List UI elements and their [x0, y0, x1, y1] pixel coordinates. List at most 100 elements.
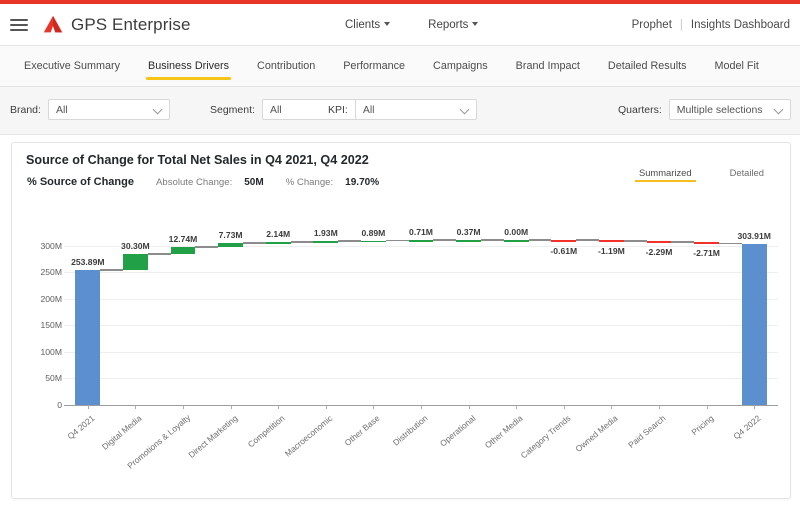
chart-bar[interactable]	[694, 242, 719, 244]
gridline	[64, 298, 778, 300]
bar-value-label: 7.73M	[218, 230, 243, 241]
waterfall-chart: 0 50M 100M 150M 200M 250M 300M 253.89M 30.30M 12…	[12, 209, 790, 498]
chart-bar[interactable]	[551, 239, 577, 242]
waterfall-connector	[671, 241, 695, 243]
chevron-down-icon	[154, 106, 162, 111]
tab-brand-impact[interactable]: Brand Impact	[502, 46, 594, 86]
header-nav: Clients Reports	[345, 4, 479, 45]
chart-bar[interactable]	[265, 242, 291, 244]
filter-kpi: KPI: All	[328, 99, 477, 120]
percent-change-value: 19.70%	[345, 177, 380, 188]
bar-value-label: 253.89M	[71, 257, 105, 268]
tab-label: Detailed Results	[607, 60, 687, 72]
filter-quarters: Quarters: Multiple selections	[618, 99, 791, 120]
chart-bar[interactable]	[741, 243, 767, 405]
view-toggle-summarized[interactable]: Summarized	[634, 167, 696, 182]
page-title: Source of Change for Total Net Sales in …	[26, 153, 369, 167]
x-axis-tick	[659, 405, 660, 409]
tab-campaigns[interactable]: Campaigns	[419, 46, 502, 86]
x-axis-tick	[230, 405, 232, 409]
bar-value-label: 2.14M	[266, 229, 291, 239]
waterfall-connector	[718, 242, 742, 245]
chart-bar[interactable]	[75, 270, 101, 405]
chart-bar[interactable]	[408, 240, 434, 242]
triangle-logo-icon	[43, 15, 63, 32]
hamburger-icon[interactable]	[10, 18, 28, 31]
chart-bar[interactable]	[170, 247, 196, 255]
tab-label: Executive Summary	[24, 60, 121, 72]
y-axis-tick-label: 300M	[40, 240, 63, 251]
x-axis-tick	[325, 405, 327, 409]
x-axis-tick	[563, 405, 565, 409]
tab-performance[interactable]: Performance	[329, 46, 419, 86]
chevron-down-icon	[461, 106, 469, 111]
x-axis-tick	[516, 405, 518, 409]
bar-value-label: -1.19M	[598, 246, 625, 257]
absolute-change-label: Absolute Change:	[155, 177, 233, 188]
bar-value-label: 0.37M	[456, 226, 481, 237]
view-toggle-detailed[interactable]: Detailed	[730, 167, 764, 182]
x-axis-tick	[135, 405, 137, 409]
tab-label: Business Drivers	[148, 60, 230, 72]
chart-bar[interactable]	[361, 240, 386, 243]
absolute-change-value: 50M	[244, 177, 264, 188]
waterfall-connector	[338, 240, 362, 242]
view-toggle-label: Summarized	[638, 167, 692, 178]
filter-brand: Brand: All	[10, 99, 170, 120]
nav-item-reports-label: Reports	[428, 18, 469, 31]
filter-brand-select[interactable]: All	[47, 99, 170, 120]
chart-bar[interactable]	[599, 240, 624, 243]
y-axis-tick-label: 200M	[40, 293, 63, 304]
brand-title: GPS Enterprise	[71, 14, 191, 34]
x-axis-tick	[468, 405, 470, 409]
chart-summary-line: % Source of Change Absolute Change: 50M …	[27, 176, 379, 188]
filter-quarters-value: Multiple selections	[676, 103, 763, 116]
x-axis-tick	[754, 405, 756, 409]
tab-business-drivers[interactable]: Business Drivers	[134, 46, 243, 86]
gridline	[64, 378, 778, 380]
x-axis-tick	[278, 405, 280, 409]
y-axis-tick-label: 100M	[40, 346, 63, 357]
chart-bar[interactable]	[218, 243, 243, 248]
waterfall-connector	[385, 239, 409, 242]
waterfall-connector	[528, 239, 552, 241]
bar-value-label: 0.71M	[409, 227, 433, 238]
tab-list: Executive Summary Business Drivers Contr…	[10, 46, 773, 86]
dashboard-page: GPS Enterprise Clients Reports Prophet |…	[0, 0, 800, 509]
nav-item-clients[interactable]: Clients	[345, 19, 391, 31]
x-axis-tick	[421, 405, 422, 409]
waterfall-connector	[623, 240, 647, 242]
insights-dashboard-link[interactable]: Insights Dashboard	[691, 19, 790, 31]
product-name[interactable]: Prophet	[632, 19, 672, 31]
tab-detailed-results[interactable]: Detailed Results	[594, 46, 701, 86]
filter-brand-value: All	[55, 103, 68, 116]
filter-kpi-value: All	[362, 103, 375, 116]
chart-bar[interactable]	[313, 240, 339, 243]
header-right: Prophet | Insights Dashboard	[632, 4, 790, 45]
bar-value-label: 0.00M	[504, 226, 529, 237]
x-axis-tick	[611, 405, 613, 409]
filter-segment-value: All	[269, 103, 282, 116]
chart-bar[interactable]	[646, 240, 672, 243]
chart-bar[interactable]	[503, 239, 529, 242]
tab-label: Performance	[343, 60, 406, 72]
tab-label: Brand Impact	[515, 60, 580, 72]
filter-quarters-select[interactable]: Multiple selections	[668, 99, 791, 120]
filter-quarters-label: Quarters:	[618, 103, 662, 116]
bar-value-label: 30.30M	[121, 241, 150, 252]
y-axis-tick-label: 50M	[45, 373, 62, 384]
gridline	[64, 351, 778, 353]
bar-value-label: 12.74M	[168, 234, 198, 245]
tab-model-fit[interactable]: Model Fit	[701, 46, 773, 86]
filter-kpi-select[interactable]: All	[354, 99, 477, 120]
gridline	[64, 325, 778, 327]
tab-executive-summary[interactable]: Executive Summary	[10, 46, 134, 86]
nav-item-reports[interactable]: Reports	[428, 18, 479, 31]
chart-bar[interactable]	[123, 254, 148, 271]
tab-contribution[interactable]: Contribution	[243, 46, 329, 86]
bar-value-label: -2.71M	[693, 248, 720, 259]
bar-value-label: 0.89M	[361, 227, 386, 238]
chevron-down-icon	[384, 22, 391, 27]
chart-bar[interactable]	[456, 239, 481, 242]
chevron-down-icon	[775, 106, 783, 111]
